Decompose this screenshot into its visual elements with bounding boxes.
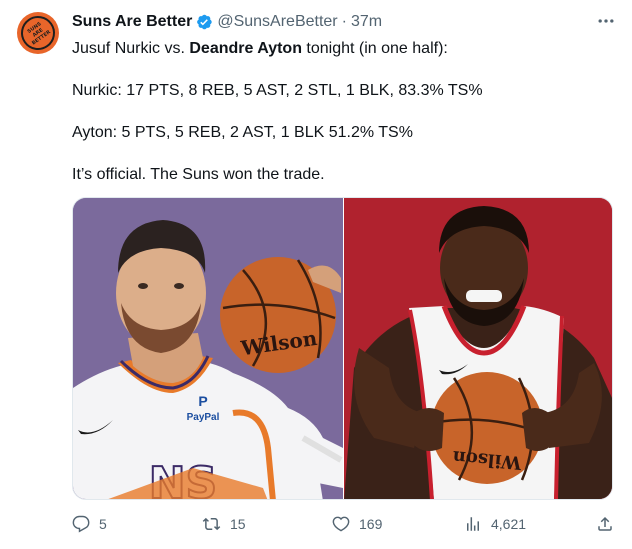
views-chart-icon [467, 517, 479, 531]
tweet-line-conclusion: It’s official. The Suns won the trade. [72, 166, 325, 183]
ayton-photo[interactable]: Wilson [344, 198, 612, 499]
tweet-line-nurkic-stats: Nurkic: 17 PTS, 8 REB, 5 AST, 2 STL, 1 B… [72, 82, 483, 99]
like-count: 169 [359, 516, 383, 532]
separator-dot: · [341, 13, 347, 30]
share-icon [598, 516, 612, 531]
views-button[interactable]: 4,621 [464, 515, 526, 533]
nurkic-photo[interactable]: Wilson PayPal P NS [73, 198, 343, 499]
retweet-count: 15 [230, 516, 246, 532]
tweet-media[interactable]: Wilson PayPal P NS [72, 197, 613, 500]
tweet-actions-bar: 5 15 169 4,621 [72, 515, 617, 535]
reply-button[interactable]: 5 [72, 515, 107, 533]
tweet-line-1: Jusuf Nurkic vs. Deandre Ayton tonight (… [72, 38, 617, 60]
heart-icon [332, 516, 350, 532]
ayton-photo-illustration: Wilson [344, 198, 612, 499]
tweet-line-1-prefix: Jusuf Nurkic vs. [72, 40, 190, 57]
mention-deandre-ayton: Deandre Ayton [189, 40, 302, 57]
tweet-line-1-suffix: tonight (in one half): [301, 40, 448, 57]
tweet-header: Suns Are Better @SunsAreBetter · 37m [72, 13, 616, 31]
verified-badge-icon[interactable] [195, 13, 213, 31]
tweet-timestamp[interactable]: 37m [351, 13, 382, 31]
tweet-body: Jusuf Nurkic vs. Deandre Ayton tonight (… [72, 38, 617, 186]
nurkic-photo-illustration: Wilson PayPal P NS [73, 198, 343, 499]
more-options-icon[interactable] [596, 11, 616, 36]
avatar-logo: SUNS ARE BETTER [17, 12, 59, 54]
retweet-button[interactable]: 15 [202, 515, 246, 533]
reply-count: 5 [99, 516, 107, 532]
retweet-icon [202, 517, 221, 531]
svg-text:P: P [198, 393, 207, 409]
avatar-logo-text: SUNS ARE BETTER [26, 21, 52, 47]
author-display-name[interactable]: Suns Are Better [72, 13, 192, 31]
author-handle[interactable]: @SunsAreBetter [217, 13, 337, 31]
like-button[interactable]: 169 [332, 515, 382, 533]
reply-icon [72, 515, 90, 533]
views-count: 4,621 [491, 516, 527, 532]
avatar[interactable]: SUNS ARE BETTER [17, 12, 59, 54]
share-button[interactable] [596, 515, 623, 533]
tweet-line-ayton-stats: Ayton: 5 PTS, 5 REB, 2 AST, 1 BLK 51.2% … [72, 124, 413, 141]
left-jersey-sponsor-text: PayPal [187, 412, 220, 423]
